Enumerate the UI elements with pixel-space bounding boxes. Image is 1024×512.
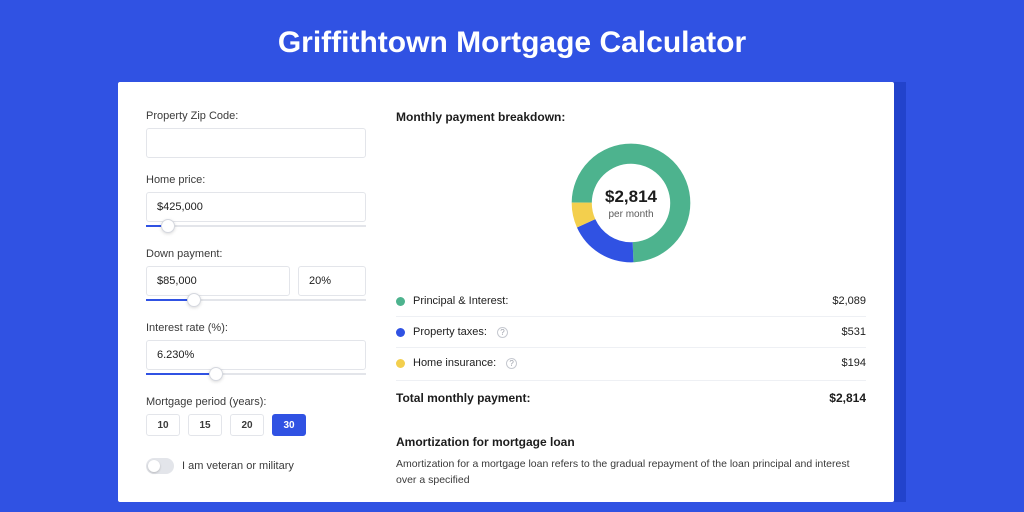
- legend-label: Home insurance:: [413, 357, 496, 369]
- period-option-10[interactable]: 10: [146, 414, 180, 436]
- card-shadow: Property Zip Code: Home price: Down paym…: [118, 82, 906, 502]
- amortization-body: Amortization for a mortgage loan refers …: [396, 457, 866, 489]
- legend-value: $194: [842, 357, 866, 369]
- period-option-15[interactable]: 15: [188, 414, 222, 436]
- interest-rate-input[interactable]: [146, 340, 366, 370]
- veteran-toggle-label: I am veteran or military: [182, 460, 294, 472]
- breakdown-heading: Monthly payment breakdown:: [396, 110, 866, 124]
- home-price-input[interactable]: [146, 192, 366, 222]
- slider-thumb[interactable]: [187, 293, 201, 307]
- page-title: Griffithtown Mortgage Calculator: [0, 0, 1024, 82]
- down-payment-slider[interactable]: [146, 294, 366, 306]
- info-icon[interactable]: ?: [506, 358, 517, 369]
- legend-row: Property taxes:? $531: [396, 317, 866, 348]
- slider-thumb[interactable]: [161, 219, 175, 233]
- slider-thumb[interactable]: [209, 367, 223, 381]
- slider-fill: [146, 373, 216, 375]
- legend-value: $531: [842, 326, 866, 338]
- zip-label: Property Zip Code:: [146, 110, 366, 122]
- zip-input[interactable]: [146, 128, 366, 158]
- mortgage-period-label: Mortgage period (years):: [146, 396, 366, 408]
- interest-rate-label: Interest rate (%):: [146, 322, 366, 334]
- amortization-heading: Amortization for mortgage loan: [396, 435, 866, 449]
- breakdown-legend: Principal & Interest: $2,089 Property taxe…: [396, 286, 866, 378]
- donut-sub-label: per month: [608, 209, 653, 220]
- summary-column: Monthly payment breakdown: $2,814 per mo…: [396, 110, 866, 502]
- interest-rate-slider[interactable]: [146, 368, 366, 380]
- mortgage-period-options: 10 15 20 30: [146, 414, 366, 436]
- calculator-card: Property Zip Code: Home price: Down paym…: [118, 82, 894, 502]
- payment-donut-chart: $2,814 per month: [566, 138, 696, 268]
- total-value: $2,814: [829, 391, 866, 405]
- down-payment-amount-input[interactable]: [146, 266, 290, 296]
- legend-label: Principal & Interest:: [413, 295, 508, 307]
- period-option-30[interactable]: 30: [272, 414, 306, 436]
- legend-row: Home insurance:? $194: [396, 348, 866, 378]
- period-option-20[interactable]: 20: [230, 414, 264, 436]
- total-label: Total monthly payment:: [396, 391, 530, 405]
- form-column: Property Zip Code: Home price: Down paym…: [146, 110, 366, 502]
- info-icon[interactable]: ?: [497, 327, 508, 338]
- toggle-knob: [148, 460, 160, 472]
- legend-dot-icon: [396, 297, 405, 306]
- legend-value: $2,089: [832, 295, 866, 307]
- veteran-toggle[interactable]: [146, 458, 174, 474]
- home-price-slider[interactable]: [146, 220, 366, 232]
- legend-label: Property taxes:: [413, 326, 487, 338]
- slider-track: [146, 225, 366, 227]
- legend-row: Principal & Interest: $2,089: [396, 286, 866, 317]
- down-payment-label: Down payment:: [146, 248, 366, 260]
- legend-dot-icon: [396, 359, 405, 368]
- donut-total-amount: $2,814: [605, 187, 657, 207]
- home-price-label: Home price:: [146, 174, 366, 186]
- down-payment-pct-input[interactable]: [298, 266, 366, 296]
- legend-dot-icon: [396, 328, 405, 337]
